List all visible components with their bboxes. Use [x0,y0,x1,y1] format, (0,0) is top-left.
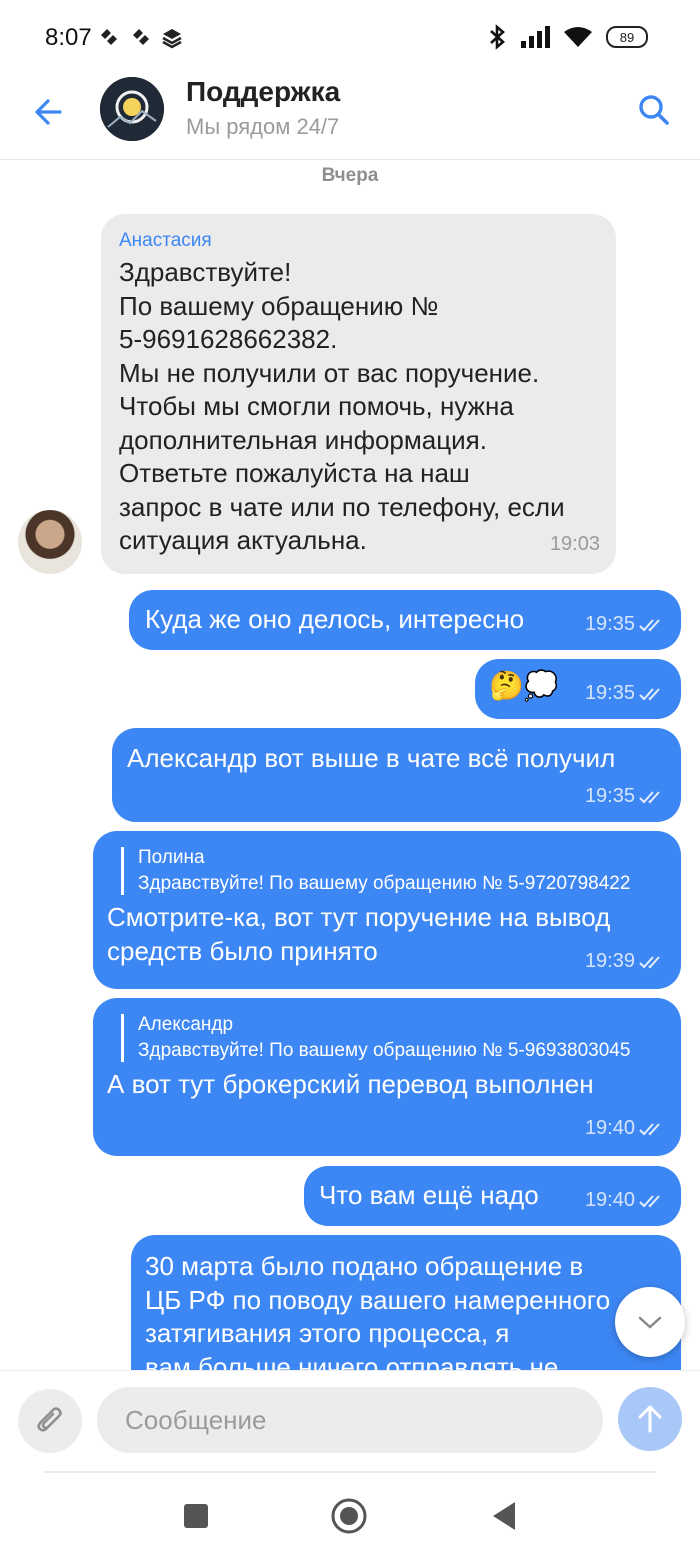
back-nav-button[interactable] [482,1494,526,1538]
chat-header: Поддержка Мы рядом 24/7 [0,72,700,160]
status-bar: 8:07 89 [0,0,700,72]
search-icon [639,95,669,125]
message-text: Здравствуйте! По вашему обращению № 5-96… [119,257,565,555]
quote-text: Здравствуйте! По вашему обращению № 5-97… [138,873,631,894]
quoted-message[interactable]: Полина Здравствуйте! По вашему обращению… [121,847,667,895]
message-sender: Анастасия [119,230,212,251]
attach-button[interactable] [18,1389,82,1453]
home-button[interactable] [327,1494,371,1538]
app-notification-icon [133,29,149,45]
message-outgoing[interactable]: Александр вот выше в чате всё получил 19… [112,728,681,822]
double-check-icon [639,790,660,803]
back-button[interactable] [30,92,70,132]
message-time: 19:35 [584,785,635,807]
chat-avatar[interactable] [100,77,164,141]
arrow-left-icon [35,99,62,125]
message-meta: 19:35 [585,682,665,705]
message-meta: 19:35 [585,785,665,808]
chat-title: Поддержка [186,76,341,107]
message-meta: 19:40 [585,1117,665,1140]
message-time: 19:35 [584,613,635,635]
message-time: 19:40 [584,1189,635,1211]
message-text: Смотрите-ка, вот тут поручение на вывод … [107,902,611,966]
message-time: 19:35 [584,682,635,704]
double-check-icon [639,1194,660,1207]
day-separator: Вчера [321,165,379,186]
signal-icon [521,26,550,48]
paperclip-icon [37,1407,62,1432]
search-button[interactable] [634,90,674,130]
message-outgoing-reply[interactable]: Полина Здравствуйте! По вашему обращению… [93,831,681,989]
square-icon [184,1504,208,1528]
double-check-icon [639,618,660,631]
message-text: А вот тут брокерский перевод выполнен [107,1069,594,1099]
quote-author: Александр [138,1014,234,1035]
avatar[interactable] [18,510,82,574]
logo-icon [100,77,164,141]
quoted-message[interactable]: Александр Здравствуйте! По вашему обраще… [121,1014,667,1062]
layers-icon [162,29,182,49]
triangle-back-icon [493,1502,515,1530]
message-outgoing-reply[interactable]: Александр Здравствуйте! По вашему обраще… [93,998,681,1156]
app-notification-icon [101,29,117,45]
composer [0,1370,700,1471]
bluetooth-icon [490,24,505,50]
scroll-down-button[interactable] [615,1287,685,1357]
message-meta: 19:35 [585,613,665,636]
double-check-icon [639,687,660,700]
quote-author: Полина [138,847,205,868]
message-outgoing[interactable]: 30 марта было подано обращение в ЦБ РФ п… [131,1235,681,1370]
message-outgoing[interactable]: Что вам ещё надо 19:40 [304,1166,681,1226]
message-incoming[interactable]: Анастасия Здравствуйте! По вашему обраще… [101,214,616,574]
divider [44,1471,656,1473]
battery-indicator: 89 [606,26,648,48]
system-navigation-bar [0,1480,700,1556]
message-outgoing[interactable]: Куда же оно делось, интересно 19:35 [129,590,681,650]
message-text: 30 марта было подано обращение в ЦБ РФ п… [145,1251,611,1370]
message-text: Александр вот выше в чате всё получил [127,743,616,773]
message-time: 19:03 [549,533,600,555]
circle-icon [331,1498,367,1534]
wifi-icon [564,27,592,47]
chat-subtitle: Мы рядом 24/7 [186,114,340,139]
message-meta: 19:39 [585,950,665,973]
quote-text: Здравствуйте! По вашему обращению № 5-96… [138,1040,631,1061]
double-check-icon [639,955,660,968]
message-input[interactable] [97,1387,603,1453]
message-time: 19:40 [584,1117,635,1139]
notification-icons [97,27,183,49]
status-time: 8:07 [45,24,92,51]
message-meta: 19:40 [585,1189,665,1212]
message-time: 19:39 [584,950,635,972]
send-button[interactable] [618,1387,682,1451]
message-meta: 19:03 [550,533,600,556]
message-outgoing[interactable]: 🤔💭 19:35 [475,659,681,719]
recents-button[interactable] [174,1494,218,1538]
chevron-down-icon [638,1316,662,1329]
arrow-up-icon [638,1405,662,1433]
double-check-icon [639,1122,660,1135]
